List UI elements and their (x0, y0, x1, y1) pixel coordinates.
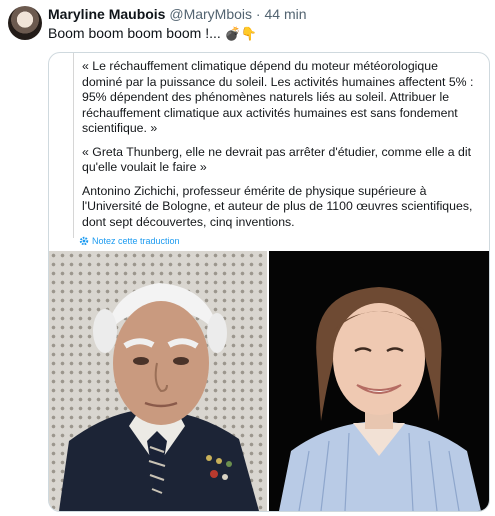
tweet-header: Maryline Maubois @MaryMbois · 44 min (48, 6, 307, 23)
rate-translation-link[interactable]: Notez cette traduction (79, 236, 180, 246)
tweet-text: Boom boom boom boom !... 💣👇 (48, 25, 257, 42)
professor-portrait-illustration (59, 283, 259, 511)
quote-paragraph-1: « Le réchauffement climatique dépend du … (82, 59, 474, 135)
author-name[interactable]: Maryline Maubois (48, 6, 165, 22)
tweet-emojis: 💣👇 (224, 26, 258, 41)
header-separator: · (255, 6, 261, 22)
quote-paragraph-2: « Greta Thunberg, elle ne devrait pas ar… (82, 144, 472, 175)
author-handle[interactable]: @MaryMbois (169, 6, 252, 22)
greta-portrait-illustration (279, 287, 481, 511)
quote-block: « Le réchauffement climatique dépend du … (73, 53, 477, 238)
tweet-timestamp[interactable]: 44 min (264, 6, 306, 22)
photo-professor[interactable] (49, 251, 267, 511)
rate-translation-label: Notez cette traduction (92, 236, 180, 246)
tweet-text-body: Boom boom boom boom !... (48, 25, 221, 41)
avatar[interactable] (8, 6, 42, 40)
photo-greta[interactable] (269, 251, 489, 511)
gear-icon (79, 236, 92, 246)
quote-paragraph-3: Antonino Zichichi, professeur émérite de… (82, 183, 473, 229)
media-card[interactable]: « Le réchauffement climatique dépend du … (48, 52, 490, 512)
